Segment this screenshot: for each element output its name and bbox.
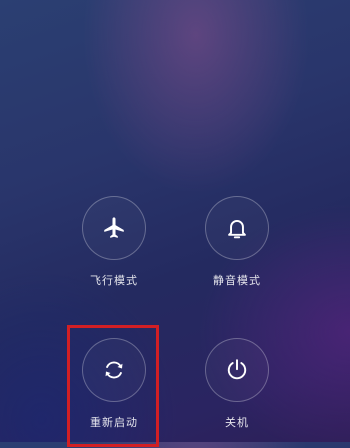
airplane-mode-circle[interactable] — [82, 196, 146, 260]
reboot-label: 重新启动 — [90, 416, 138, 429]
silent-mode-label: 静音模式 — [213, 274, 261, 287]
silent-mode-circle[interactable] — [205, 196, 269, 260]
shutdown-circle[interactable] — [205, 338, 269, 402]
airplane-icon — [101, 215, 127, 241]
reboot-button[interactable]: 重新启动 — [60, 338, 170, 448]
bell-icon — [224, 215, 250, 241]
shutdown-button[interactable]: 关机 — [183, 338, 293, 448]
airplane-mode-button[interactable]: 飞行模式 — [60, 196, 170, 306]
power-menu: 飞行模式 静音模式 重新启动 关机 — [0, 0, 350, 447]
power-icon — [224, 357, 250, 383]
airplane-mode-label: 飞行模式 — [90, 274, 138, 287]
reboot-circle[interactable] — [82, 338, 146, 402]
shutdown-label: 关机 — [225, 416, 249, 429]
silent-mode-button[interactable]: 静音模式 — [183, 196, 293, 306]
restart-icon — [101, 357, 127, 383]
